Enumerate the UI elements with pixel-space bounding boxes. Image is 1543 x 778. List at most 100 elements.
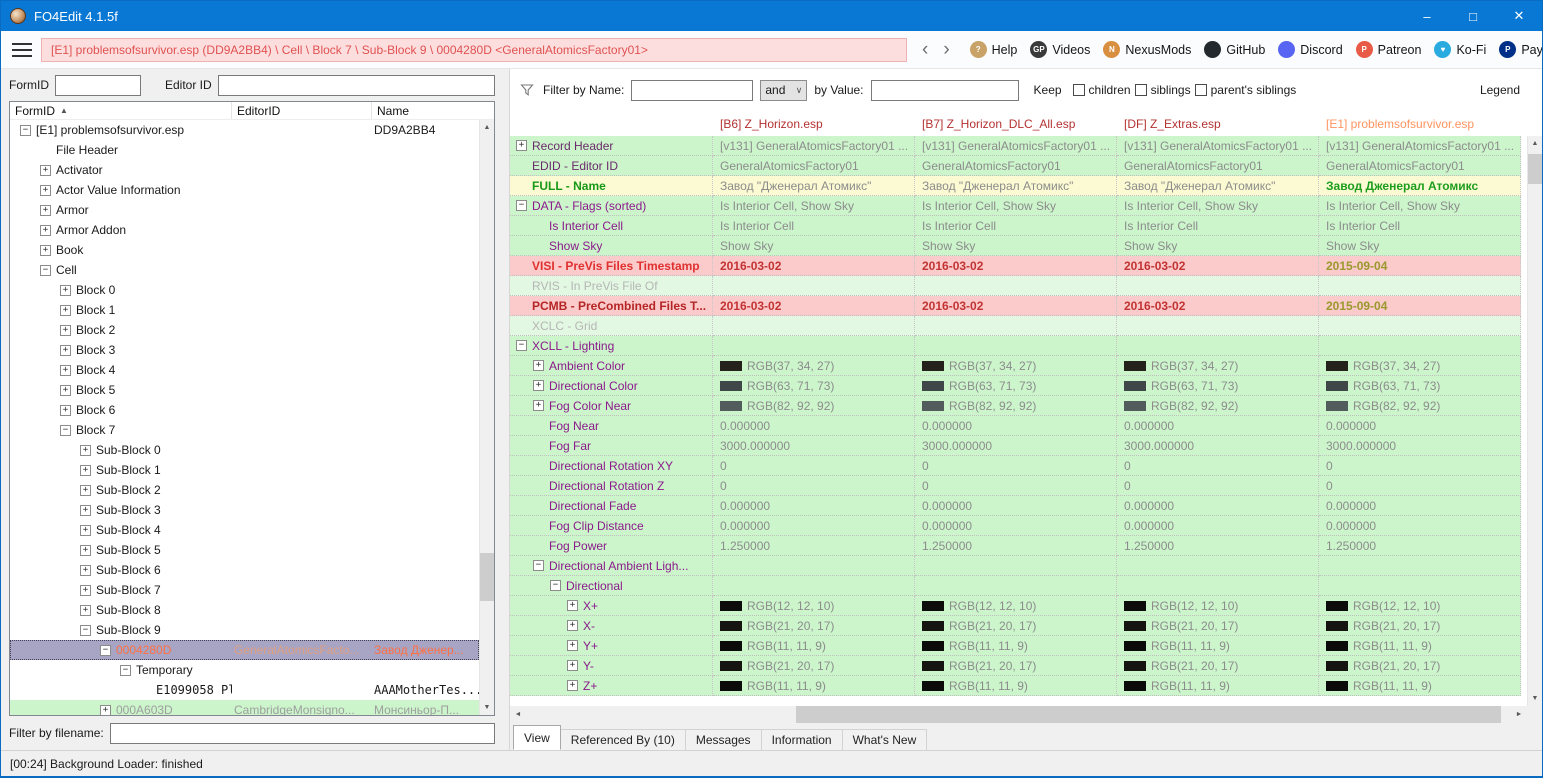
scroll-down-icon[interactable]: ▼	[1528, 691, 1542, 706]
expand-icon[interactable]: +	[40, 225, 51, 236]
collapse-icon[interactable]: −	[80, 625, 91, 636]
grid-row[interactable]: −XCLL - Lighting	[510, 336, 1522, 356]
expand-icon[interactable]: +	[80, 605, 91, 616]
grid-row[interactable]: Fog Clip Distance0.0000000.0000000.00000…	[510, 516, 1522, 536]
grid-row[interactable]: −Directional	[510, 576, 1522, 596]
expand-icon[interactable]: +	[60, 345, 71, 356]
tree-row[interactable]: +Activator	[10, 160, 479, 180]
grid-row[interactable]: Directional Fade0.0000000.0000000.000000…	[510, 496, 1522, 516]
collapse-icon[interactable]: −	[100, 645, 111, 656]
grid-row[interactable]: +Record Header[v131] GeneralAtomicsFacto…	[510, 136, 1522, 156]
grid-row[interactable]: +Y-RGB(21, 20, 17)RGB(21, 20, 17)RGB(21,…	[510, 656, 1522, 676]
grid-row[interactable]: Fog Far3000.0000003000.0000003000.000000…	[510, 436, 1522, 456]
expand-icon[interactable]: +	[40, 185, 51, 196]
tree-row[interactable]: +Sub-Block 5	[10, 540, 479, 560]
expand-icon[interactable]: +	[567, 620, 578, 631]
toolbar-link-github[interactable]: GitHub	[1204, 41, 1265, 58]
grid-column-header[interactable]: [B7] Z_Horizon_DLC_All.esp	[915, 117, 1117, 131]
checkbox-icon[interactable]	[1073, 84, 1085, 96]
expand-icon[interactable]: +	[60, 305, 71, 316]
scroll-up-icon[interactable]: ▲	[1528, 136, 1542, 151]
collapse-icon[interactable]: −	[120, 665, 131, 676]
grid-row[interactable]: +Z+RGB(11, 11, 9)RGB(11, 11, 9)RGB(11, 1…	[510, 676, 1522, 696]
expand-icon[interactable]: +	[80, 565, 91, 576]
minimize-icon[interactable]: –	[1404, 1, 1450, 31]
tab-messages[interactable]: Messages	[685, 729, 762, 750]
expand-icon[interactable]: +	[100, 705, 111, 716]
tree-row[interactable]: +Block 0	[10, 280, 479, 300]
tree-row[interactable]: −Temporary	[10, 660, 479, 680]
tree-row[interactable]: −Cell	[10, 260, 479, 280]
grid-row[interactable]: Fog Near0.0000000.0000000.0000000.000000	[510, 416, 1522, 436]
filter-value-input[interactable]	[871, 80, 1019, 101]
expand-icon[interactable]: +	[80, 545, 91, 556]
grid-row[interactable]: −DATA - Flags (sorted)Is Interior Cell, …	[510, 196, 1522, 216]
collapse-icon[interactable]: −	[533, 560, 544, 571]
grid-row[interactable]: +Fog Color NearRGB(82, 92, 92)RGB(82, 92…	[510, 396, 1522, 416]
tree-row[interactable]: +Book	[10, 240, 479, 260]
collapse-icon[interactable]: −	[40, 265, 51, 276]
grid-row[interactable]: Show SkyShow SkyShow SkyShow SkyShow Sky	[510, 236, 1522, 256]
collapse-icon[interactable]: −	[516, 340, 527, 351]
toolbar-link-discord[interactable]: Discord	[1278, 41, 1342, 58]
grid-row[interactable]: Directional Rotation Z0000	[510, 476, 1522, 496]
grid-row[interactable]: −Directional Ambient Ligh...	[510, 556, 1522, 576]
tree-row[interactable]: E1099058 Placed ObjectAAAMotherTes...	[10, 680, 479, 700]
tree-row[interactable]: −Sub-Block 9	[10, 620, 479, 640]
expand-icon[interactable]: +	[40, 205, 51, 216]
grid-row[interactable]: EDID - Editor IDGeneralAtomicsFactory01G…	[510, 156, 1522, 176]
filter-operator-select[interactable]: and ∨	[760, 80, 807, 101]
grid-column-header[interactable]: [DF] Z_Extras.esp	[1117, 117, 1319, 131]
expand-icon[interactable]: +	[80, 505, 91, 516]
grid-row[interactable]: VISI - PreVis Files Timestamp2016-03-022…	[510, 256, 1522, 276]
grid-row[interactable]: +Y+RGB(11, 11, 9)RGB(11, 11, 9)RGB(11, 1…	[510, 636, 1522, 656]
expand-icon[interactable]: +	[60, 325, 71, 336]
expand-icon[interactable]: +	[516, 140, 527, 151]
scroll-right-icon[interactable]: ►	[1511, 706, 1527, 723]
expand-icon[interactable]: +	[60, 385, 71, 396]
tab-information[interactable]: Information	[761, 729, 843, 750]
checkbox-icon[interactable]	[1135, 84, 1147, 96]
tree-row[interactable]: +Block 1	[10, 300, 479, 320]
toolbar-link-videos[interactable]: GPVideos	[1030, 41, 1090, 58]
grid-row[interactable]: PCMB - PreCombined Files T...2016-03-022…	[510, 296, 1522, 316]
tree-header-name[interactable]: Name	[372, 102, 494, 119]
grid-row[interactable]: Directional Rotation XY0000	[510, 456, 1522, 476]
expand-icon[interactable]: +	[80, 585, 91, 596]
toolbar-link-patreon[interactable]: PPatreon	[1356, 41, 1422, 58]
tab-referenced-by-10[interactable]: Referenced By (10)	[560, 729, 686, 750]
expand-icon[interactable]: +	[80, 485, 91, 496]
tree-row[interactable]: +Actor Value Information	[10, 180, 479, 200]
expand-icon[interactable]: +	[567, 640, 578, 651]
close-icon[interactable]: ✕	[1496, 1, 1542, 31]
expand-icon[interactable]: +	[60, 405, 71, 416]
grid-row[interactable]: RVIS - In PreVis File Of	[510, 276, 1522, 296]
grid-column-header[interactable]: [E1] problemsofsurvivor.esp	[1319, 117, 1521, 131]
scroll-left-icon[interactable]: ◄	[510, 706, 526, 723]
back-icon[interactable]: ‹	[922, 40, 928, 59]
grid-column-header[interactable]: [B6] Z_Horizon.esp	[713, 117, 915, 131]
tab-view[interactable]: View	[513, 725, 561, 750]
grid-row[interactable]: FULL - NameЗавод "Дженерал Атомикс"Завод…	[510, 176, 1522, 196]
expand-icon[interactable]: +	[533, 380, 544, 391]
tree-row[interactable]: +Sub-Block 4	[10, 520, 479, 540]
tree-row[interactable]: −Block 7	[10, 420, 479, 440]
tree-header-editorid[interactable]: EditorID	[232, 102, 372, 119]
toolbar-link-help[interactable]: ?Help	[970, 41, 1018, 58]
tree-scrollbar[interactable]: ▲ ▼	[479, 120, 494, 715]
tree-row[interactable]: +000A603DCambridgeMonsigno...Монсиньор-П…	[10, 700, 479, 715]
grid-row[interactable]: +X-RGB(21, 20, 17)RGB(21, 20, 17)RGB(21,…	[510, 616, 1522, 636]
expand-icon[interactable]: +	[80, 465, 91, 476]
expand-icon[interactable]: +	[80, 525, 91, 536]
expand-icon[interactable]: +	[567, 680, 578, 691]
tree-row[interactable]: −[E1] problemsofsurvivor.espDD9A2BB4	[10, 120, 479, 140]
expand-icon[interactable]: +	[80, 445, 91, 456]
grid-row[interactable]: +Ambient ColorRGB(37, 34, 27)RGB(37, 34,…	[510, 356, 1522, 376]
tree-row[interactable]: File Header	[10, 140, 479, 160]
tree-scroll-thumb[interactable]	[480, 553, 494, 601]
tree-row[interactable]: +Sub-Block 6	[10, 560, 479, 580]
collapse-icon[interactable]: −	[20, 125, 31, 136]
toolbar-link-ko-fi[interactable]: ♥Ko-Fi	[1434, 41, 1486, 58]
grid-row[interactable]: +Directional ColorRGB(63, 71, 73)RGB(63,…	[510, 376, 1522, 396]
expand-icon[interactable]: +	[40, 245, 51, 256]
